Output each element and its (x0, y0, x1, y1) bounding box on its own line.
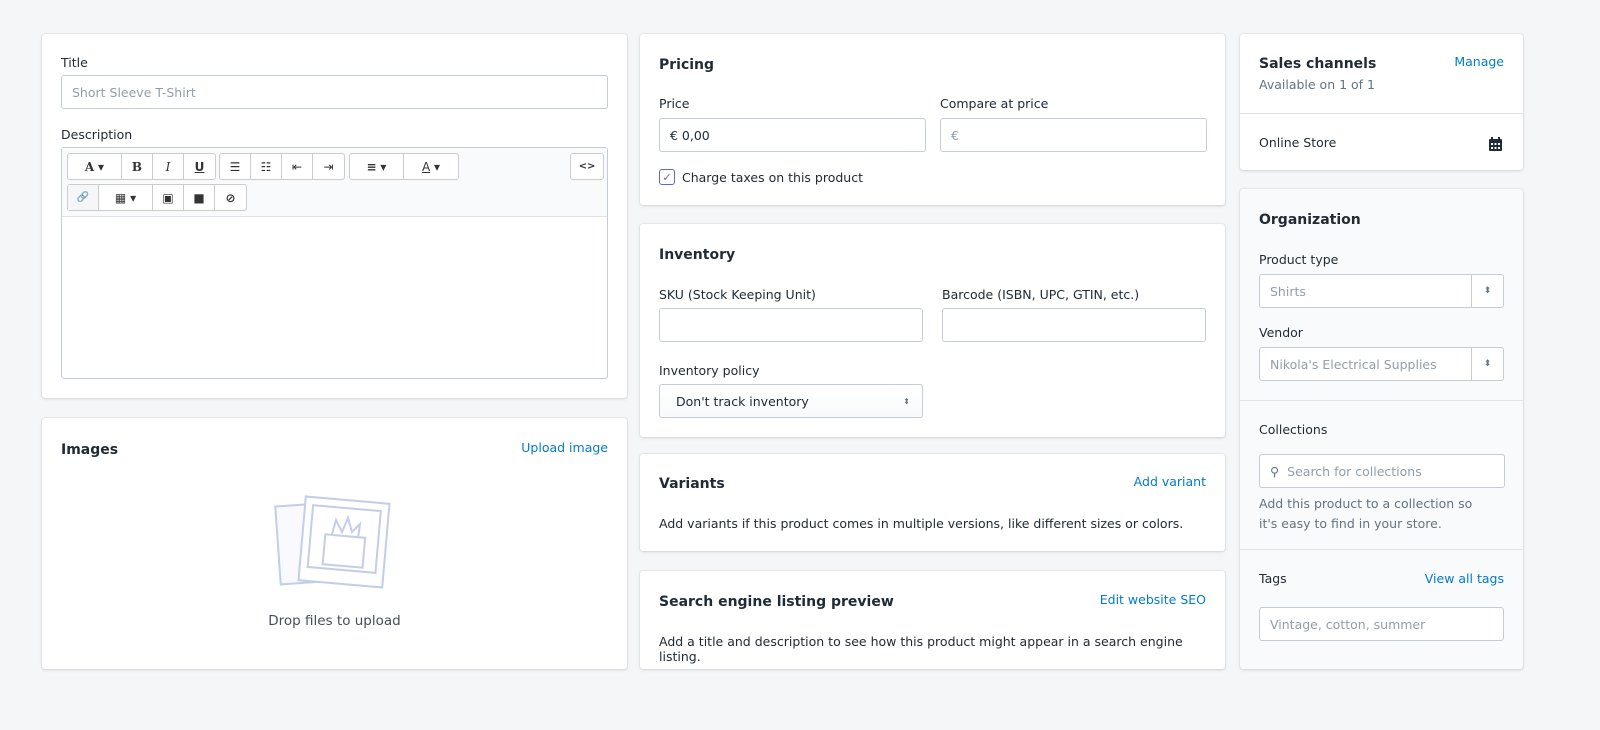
add-variant-link[interactable]: Add variant (1134, 474, 1206, 489)
price-label: Price (659, 96, 690, 111)
title-description-card: Title Short Sleeve T-Shirt Description A… (42, 34, 627, 398)
underline-button[interactable]: U (184, 154, 215, 179)
product-type-label: Product type (1259, 252, 1339, 267)
collections-help: Add this product to a collection so it's… (1259, 496, 1473, 531)
bullet-list-button[interactable]: ☰ (220, 154, 251, 179)
price-input[interactable]: € 0,00 (659, 118, 926, 152)
html-code-button[interactable]: <> (571, 154, 603, 179)
barcode-label: Barcode (ISBN, UPC, GTIN, etc.) (942, 287, 1140, 302)
inventory-policy-select[interactable]: Don't track inventory ⬍ (659, 384, 923, 418)
description-textarea[interactable] (62, 217, 607, 378)
table-dropdown[interactable]: ▦ ▾ (99, 185, 153, 210)
pricing-title: Pricing (659, 57, 715, 73)
font-dropdown[interactable]: A ▾ (68, 154, 122, 179)
italic-button[interactable]: I (153, 154, 184, 179)
vendor-label: Vendor (1259, 325, 1303, 340)
view-all-tags-link[interactable]: View all tags (1425, 571, 1504, 586)
tags-label: Tags (1259, 571, 1287, 586)
indent-button[interactable]: ⇥ (313, 154, 344, 179)
text-color-dropdown[interactable]: A ▾ (404, 154, 458, 179)
sales-channels-card: Sales channels Manage Available on 1 of … (1240, 34, 1523, 170)
select-arrows-icon: ⬍ (1471, 348, 1503, 380)
images-title: Images (61, 442, 119, 458)
inventory-policy-label: Inventory policy (659, 363, 760, 378)
tags-input[interactable]: Vintage, cotton, summer (1259, 607, 1504, 641)
barcode-input[interactable] (942, 308, 1206, 342)
title-label: Title (61, 55, 88, 70)
charge-taxes-checkbox[interactable]: ✓ (659, 169, 675, 185)
sales-channels-subtitle: Available on 1 of 1 (1259, 77, 1375, 92)
online-store-label: Online Store (1259, 135, 1337, 150)
upload-image-link[interactable]: Upload image (521, 440, 608, 455)
seo-description: Add a title and description to see how t… (659, 634, 1183, 664)
collections-label: Collections (1259, 422, 1328, 437)
manage-link[interactable]: Manage (1454, 54, 1504, 69)
variants-card: Variants Add variant Add variants if thi… (640, 454, 1225, 551)
description-label: Description (61, 127, 133, 142)
divider (1240, 113, 1523, 114)
calendar-icon[interactable] (1488, 137, 1503, 152)
collections-search-input[interactable]: ⚲ Search for collections (1259, 454, 1505, 488)
compare-price-label: Compare at price (940, 96, 1049, 111)
insert-video-button[interactable]: ■ (184, 185, 215, 210)
rich-text-editor: A ▾ B I U ☰ ☷ ⇤ ⇥ ≡ ▾ A ▾ <> 🔗 ▦ ▾ ▣ ■ ⊘ (61, 147, 608, 379)
insert-image-button[interactable]: ▣ (153, 185, 184, 210)
sales-channels-title: Sales channels (1259, 56, 1377, 72)
charge-taxes-label: Charge taxes on this product (682, 170, 863, 185)
drop-files-text: Drop files to upload (268, 613, 401, 629)
seo-title: Search engine listing preview (659, 594, 894, 610)
variants-description: Add variants if this product comes in mu… (659, 516, 1184, 531)
divider (1240, 549, 1523, 550)
outdent-button[interactable]: ⇤ (282, 154, 313, 179)
images-card: Images Upload image Drop files to upload (42, 418, 627, 669)
inventory-card: Inventory SKU (Stock Keeping Unit) Barco… (640, 224, 1225, 437)
link-button[interactable]: 🔗 (68, 185, 99, 210)
title-input[interactable]: Short Sleeve T-Shirt (61, 75, 608, 109)
bold-button[interactable]: B (122, 154, 153, 179)
divider (1240, 400, 1523, 401)
organization-title: Organization (1259, 212, 1361, 228)
clear-formatting-button[interactable]: ⊘ (215, 185, 246, 210)
vendor-select[interactable]: Nikola's Electrical Supplies ⬍ (1259, 347, 1504, 381)
variants-title: Variants (659, 476, 725, 492)
organization-card: Organization Product type Shirts ⬍ Vendor… (1240, 189, 1523, 669)
search-icon: ⚲ (1270, 463, 1280, 479)
product-type-select[interactable]: Shirts ⬍ (1259, 274, 1504, 308)
sku-label: SKU (Stock Keeping Unit) (659, 287, 816, 302)
inventory-title: Inventory (659, 247, 736, 263)
image-placeholder-icon (274, 494, 394, 594)
edit-seo-link[interactable]: Edit website SEO (1100, 592, 1206, 607)
select-arrows-icon: ⬍ (903, 396, 910, 406)
sku-input[interactable] (659, 308, 923, 342)
align-dropdown[interactable]: ≡ ▾ (350, 154, 404, 179)
select-arrows-icon: ⬍ (1471, 275, 1503, 307)
numbered-list-button[interactable]: ☷ (251, 154, 282, 179)
pricing-card: Pricing Price € 0,00 Compare at price € … (640, 34, 1225, 205)
seo-card: Search engine listing preview Edit websi… (640, 571, 1225, 669)
compare-price-input[interactable]: € (940, 118, 1207, 152)
